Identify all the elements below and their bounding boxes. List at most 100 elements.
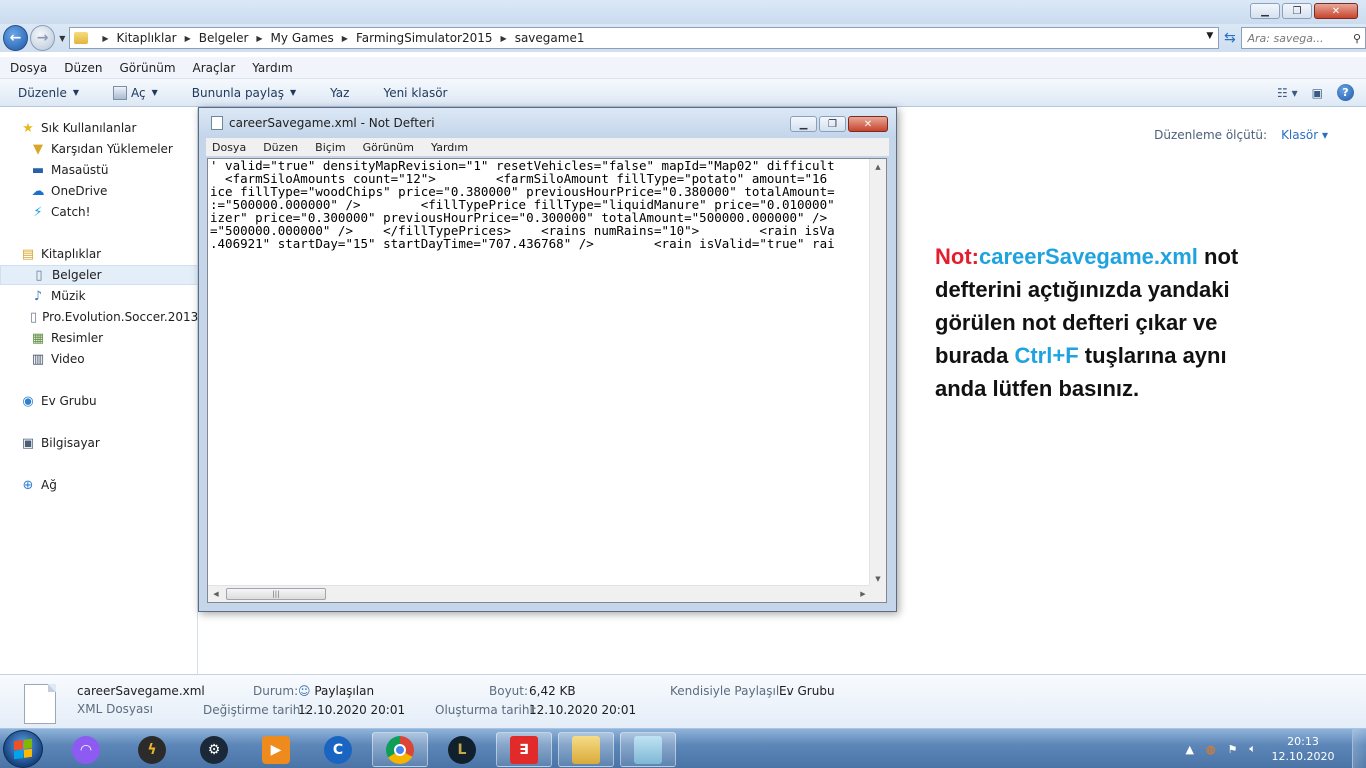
notepad-menu-format[interactable]: Biçim (315, 141, 345, 154)
menu-help[interactable]: Yardım (252, 61, 292, 75)
taskbar-league-of-legends[interactable]: L (434, 732, 490, 767)
sidebar-item-video[interactable]: ▥ Video (0, 349, 198, 369)
sidebar-item-favorites[interactable]: ★ Sık Kullanılanlar (0, 118, 198, 138)
note-filename: careerSavegame.xml (978, 244, 1198, 269)
breadcrumb-libraries[interactable]: Kitaplıklar (117, 31, 177, 45)
notepad-close-button[interactable]: ✕ (848, 116, 888, 132)
cloud-icon: ☁ (31, 183, 45, 199)
view-options-icon[interactable]: ☷ ▾ (1277, 86, 1298, 100)
arrange-by-dropdown[interactable]: Klasör ▾ (1281, 128, 1328, 142)
sidebar-item-homegroup[interactable]: ◉ Ev Grubu (0, 391, 198, 411)
notepad-menu-file[interactable]: Dosya (212, 141, 246, 154)
catch-icon: ⚡ (33, 204, 43, 220)
volume-icon[interactable]: 🔈︎ (1249, 742, 1256, 756)
instruction-note: Not:careerSavegame.xml not defterini açt… (935, 240, 1275, 405)
back-button[interactable]: ← (3, 25, 29, 51)
sidebar-item-pes[interactable]: ▯ Pro.Evolution.Soccer.2013 (0, 307, 198, 327)
organize-label: Düzenle (18, 85, 67, 100)
notepad-menu-view[interactable]: Görünüm (363, 141, 414, 154)
notepad-text-area[interactable]: ' valid="true" densityMapRevision="1" re… (207, 158, 887, 603)
breadcrumb-my-games[interactable]: My Games (271, 31, 334, 45)
breadcrumb-documents[interactable]: Belgeler (199, 31, 249, 45)
show-desktop-button[interactable] (1352, 729, 1366, 768)
taskbar-media-player[interactable]: ▶ (248, 732, 304, 767)
scroll-up-icon[interactable]: ▲ (870, 159, 886, 175)
scroll-left-icon[interactable]: ◀ (208, 586, 224, 602)
sidebar-item-pictures[interactable]: ▦ Resimler (0, 328, 198, 348)
details-size-label: Boyut: (489, 684, 529, 698)
menu-view[interactable]: Görünüm (119, 61, 175, 75)
breadcrumb-chevron-icon[interactable]: ▶ (256, 34, 262, 43)
recent-pages-dropdown[interactable]: ▼ (59, 34, 65, 43)
taskbar-assistant[interactable]: ◠ (58, 732, 114, 767)
breadcrumb-farmingsimulator[interactable]: FarmingSimulator2015 (356, 31, 493, 45)
organize-button[interactable]: Düzenle ▼ (18, 86, 79, 100)
command-bar: Düzenle ▼ Aç ▼ Bununla paylaş ▼ Yaz Yeni kl… (0, 79, 1366, 107)
breadcrumb-savegame[interactable]: savegame1 (515, 31, 585, 45)
breadcrumb-chevron-icon[interactable]: ▶ (185, 34, 191, 43)
address-dropdown-icon[interactable]: ▼ (1206, 31, 1213, 41)
help-icon[interactable]: ? (1337, 84, 1354, 101)
taskbar-chrome[interactable] (372, 732, 428, 767)
minimize-button[interactable]: ▁ (1250, 3, 1280, 19)
sidebar-item-desktop[interactable]: ▬ Masaüstü (0, 160, 198, 180)
start-button[interactable] (3, 730, 43, 768)
notepad-menu-edit[interactable]: Düzen (263, 141, 298, 154)
clock[interactable]: 20:13 12.10.2020 (1268, 734, 1338, 764)
sidebar-item-catch[interactable]: ⚡ Catch! (0, 202, 198, 222)
taskbar-ccleaner[interactable]: C (310, 732, 366, 767)
sidebar-item-downloads[interactable]: ▼ Karşıdan Yüklemeler (0, 139, 198, 159)
vertical-scrollbar[interactable]: ▲ ▼ (869, 159, 886, 587)
notepad-icon (211, 116, 223, 130)
search-input[interactable]: Ara: savega... ⚲ (1240, 27, 1366, 49)
notepad-menubar: Dosya Düzen Biçim Görünüm Yardım (206, 138, 889, 156)
horizontal-scroll-thumb[interactable]: ||| (226, 588, 326, 600)
print-button[interactable]: Yaz (330, 86, 349, 100)
open-button[interactable]: Aç ▼ (113, 85, 158, 100)
menu-tools[interactable]: Araçlar (193, 61, 236, 75)
breadcrumb-chevron-icon[interactable]: ▶ (102, 34, 108, 43)
preview-pane-icon[interactable]: ▣ (1312, 86, 1323, 100)
taskbar-steam[interactable]: ⚙ (186, 732, 242, 767)
horizontal-scrollbar[interactable]: ◀ ||| ▶ (208, 585, 871, 602)
notepad-titlebar[interactable]: careerSavegame.xml - Not Defteri ▁ ❐ ✕ (199, 108, 896, 138)
sidebar-item-network[interactable]: ⊕ Ağ (0, 475, 198, 495)
sidebar-item-documents[interactable]: ▯ Belgeler (0, 265, 198, 285)
folder-icon (74, 32, 89, 44)
forward-button[interactable]: → (30, 25, 56, 51)
new-folder-button[interactable]: Yeni klasör (383, 86, 447, 100)
breadcrumb-chevron-icon[interactable]: ▶ (501, 34, 507, 43)
breadcrumb-chevron-icon[interactable]: ▶ (342, 34, 348, 43)
taskbar-app-red[interactable]: ∃ (496, 732, 552, 767)
sidebar-item-onedrive[interactable]: ☁ OneDrive (0, 181, 198, 201)
maximize-button[interactable]: ❐ (1282, 3, 1312, 19)
close-button[interactable]: ✕ (1314, 3, 1358, 19)
share-label: Bununla paylaş (191, 85, 284, 100)
sidebar-item-label: Resimler (51, 331, 104, 345)
system-tray: ▲ ◍ ⚑ 🔈︎ 20:13 12.10.2020 (1185, 729, 1366, 768)
refresh-icon[interactable]: ⇆ (1219, 27, 1240, 49)
menu-file[interactable]: Dosya (10, 61, 47, 75)
taskbar-notepad[interactable] (620, 732, 676, 767)
sidebar-item-music[interactable]: ♪ Müzik (0, 286, 198, 306)
notepad-minimize-button[interactable]: ▁ (790, 116, 817, 132)
action-center-flag-icon[interactable]: ⚑ (1228, 743, 1238, 756)
menu-edit[interactable]: Düzen (64, 61, 102, 75)
details-shared-value: Ev Grubu (779, 684, 835, 698)
taskbar-explorer[interactable] (558, 732, 614, 767)
window-controls: ▁ ❐ ✕ (1250, 3, 1358, 19)
details-status-value: ☺ Paylaşılan (298, 684, 374, 698)
taskbar-winamp[interactable]: ϟ (124, 732, 180, 767)
details-status-text: Paylaşılan (314, 684, 375, 698)
notepad-maximize-button[interactable]: ❐ (819, 116, 846, 132)
share-button[interactable]: Bununla paylaş ▼ (192, 86, 296, 100)
sidebar-item-libraries[interactable]: ▤ Kitaplıklar (0, 244, 198, 264)
assistant-icon: ◠ (72, 735, 100, 764)
avast-icon[interactable]: ◍ (1206, 743, 1216, 756)
address-field[interactable]: ▶ Kitaplıklar ▶ Belgeler ▶ My Games ▶ Farmin… (69, 27, 1220, 49)
notepad-menu-help[interactable]: Yardım (431, 141, 468, 154)
show-hidden-icons-icon[interactable]: ▲ (1185, 743, 1193, 756)
xml-file-icon (24, 684, 56, 724)
details-pane: careerSavegame.xml XML Dosyası Durum: ☺ … (0, 674, 1366, 728)
sidebar-item-computer[interactable]: ▣ Bilgisayar (0, 433, 198, 453)
